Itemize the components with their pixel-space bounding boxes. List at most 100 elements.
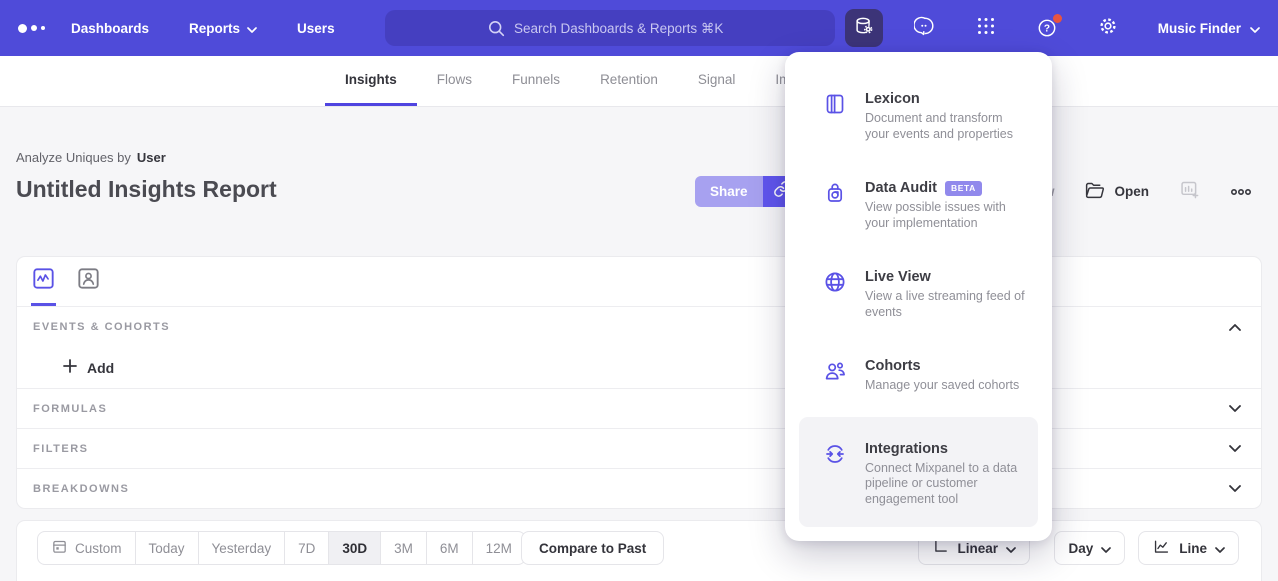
menu-item-data-audit[interactable]: Data Audit BETA View possible issues wit… — [799, 165, 1038, 246]
date-range-today[interactable]: Today — [136, 532, 199, 564]
date-range-12m[interactable]: 12M — [473, 532, 525, 564]
grid-dots-icon — [976, 16, 996, 41]
menu-item-title: Lexicon — [865, 91, 920, 107]
section-formulas[interactable]: FORMULAS — [17, 388, 1261, 428]
menu-item-description: Document and transform your events and p… — [865, 111, 1020, 142]
query-builder-panel: EVENTS & COHORTS Add FORMULAS FILTERS — [16, 256, 1262, 509]
add-event-button[interactable]: Add — [63, 359, 114, 376]
insights-chart-icon — [31, 266, 56, 296]
tab-retention[interactable]: Retention — [580, 56, 678, 106]
data-management-button[interactable] — [845, 9, 883, 47]
compare-label: Compare to Past — [539, 541, 646, 556]
user-profile-icon — [76, 266, 101, 296]
help-icon: ? — [1036, 17, 1058, 39]
chart-type-dropdown[interactable]: Line — [1138, 531, 1239, 565]
date-range-label: 7D — [298, 541, 315, 556]
data-management-dropdown: Lexicon Document and transform your even… — [785, 52, 1052, 541]
open-report-button[interactable]: Open — [1084, 180, 1149, 204]
breadcrumb: Analyze Uniques byUser — [16, 150, 166, 165]
date-range-6m[interactable]: 6M — [427, 532, 473, 564]
menu-item-title: Data Audit — [865, 180, 937, 196]
data-audit-lock-icon — [823, 180, 847, 231]
add-label: Add — [87, 360, 114, 376]
chevron-down-icon — [1006, 541, 1016, 556]
report-tab-bar: Insights Flows Funnels Retention Signal … — [0, 56, 1278, 107]
page-title[interactable]: Untitled Insights Report — [16, 176, 277, 203]
menu-item-title: Cohorts — [865, 358, 921, 374]
date-range-label: Yesterday — [212, 541, 272, 556]
globe-icon — [823, 269, 847, 320]
feedback-button[interactable] — [906, 9, 944, 47]
date-range-30d[interactable]: 30D — [329, 532, 381, 564]
tab-users-view[interactable] — [76, 266, 101, 306]
nav-item-dashboards[interactable]: Dashboards — [71, 21, 149, 36]
mixpanel-logo-icon[interactable] — [18, 24, 45, 33]
interval-dropdown[interactable]: Day — [1054, 531, 1125, 565]
menu-item-title: Integrations — [865, 441, 948, 457]
chevron-down-icon[interactable] — [1229, 445, 1241, 452]
menu-item-live-view[interactable]: Live View View a live streaming feed of … — [799, 254, 1038, 335]
compare-to-past-button[interactable]: Compare to Past — [521, 531, 664, 565]
section-filters[interactable]: FILTERS — [17, 428, 1261, 468]
chevron-down-icon — [1250, 21, 1260, 36]
open-label: Open — [1114, 184, 1149, 199]
tab-metrics-view[interactable] — [31, 266, 56, 306]
integrations-sync-icon — [823, 441, 847, 508]
chart-type-label: Line — [1179, 541, 1207, 556]
tab-label: Insights — [345, 72, 397, 87]
database-gear-icon — [853, 15, 875, 42]
menu-item-description: View possible issues with your implement… — [865, 200, 1026, 231]
calendar-icon — [51, 538, 68, 558]
chevron-down-icon — [1101, 541, 1111, 556]
query-panel-tabs — [17, 257, 1261, 307]
tab-funnels[interactable]: Funnels — [492, 56, 580, 106]
chart-toolbar: Custom Today Yesterday 7D 30D 3M 6M 12M … — [16, 520, 1262, 581]
date-range-3m[interactable]: 3M — [381, 532, 427, 564]
chevron-down-icon[interactable] — [1229, 485, 1241, 492]
section-label: FILTERS — [33, 443, 89, 455]
menu-item-cohorts[interactable]: Cohorts Manage your saved cohorts — [799, 343, 1038, 409]
nav-item-label: Reports — [189, 21, 240, 36]
mixpanel-insights-screen: Dashboards Reports Users — [0, 0, 1278, 581]
share-button[interactable]: Share — [695, 176, 763, 207]
speech-bubble-icon — [914, 15, 936, 42]
menu-item-description: Manage your saved cohorts — [865, 378, 1019, 394]
date-range-group: Custom Today Yesterday 7D 30D 3M 6M 12M — [37, 531, 526, 565]
section-label: EVENTS & COHORTS — [33, 321, 170, 333]
help-button[interactable]: ? — [1028, 9, 1066, 47]
chevron-up-icon[interactable] — [1229, 324, 1241, 331]
tab-insights[interactable]: Insights — [325, 56, 417, 106]
menu-item-title: Live View — [865, 269, 931, 285]
interval-label: Day — [1068, 541, 1093, 556]
plus-icon — [63, 359, 77, 376]
date-range-label: 12M — [486, 541, 512, 556]
menu-item-integrations[interactable]: Integrations Connect Mixpanel to a data … — [799, 417, 1038, 528]
date-range-custom[interactable]: Custom — [38, 532, 136, 564]
nav-item-users[interactable]: Users — [297, 21, 335, 36]
global-search[interactable] — [385, 10, 835, 46]
nav-item-reports[interactable]: Reports — [189, 21, 257, 36]
section-events-cohorts[interactable]: EVENTS & COHORTS — [17, 307, 1261, 347]
search-input[interactable] — [514, 21, 732, 36]
top-navigation-bar: Dashboards Reports Users — [0, 0, 1278, 56]
apps-grid-button[interactable] — [967, 9, 1005, 47]
menu-item-lexicon[interactable]: Lexicon Document and transform your even… — [799, 76, 1038, 157]
notification-dot — [1053, 14, 1062, 23]
project-switcher[interactable]: Music Finder — [1158, 21, 1260, 36]
settings-button[interactable] — [1089, 9, 1127, 47]
date-range-7d[interactable]: 7D — [285, 532, 329, 564]
date-range-yesterday[interactable]: Yesterday — [199, 532, 286, 564]
add-to-board-button[interactable] — [1179, 179, 1200, 205]
chart-add-icon — [1179, 179, 1200, 205]
chevron-down-icon[interactable] — [1229, 405, 1241, 412]
beta-badge: BETA — [945, 181, 982, 196]
tab-flows[interactable]: Flows — [417, 56, 492, 106]
tab-signal[interactable]: Signal — [678, 56, 756, 106]
tab-label: Funnels — [512, 72, 560, 87]
date-range-label: 3M — [394, 541, 413, 556]
scale-label: Linear — [957, 541, 998, 556]
section-breakdowns[interactable]: BREAKDOWNS — [17, 468, 1261, 508]
breadcrumb-entity-user[interactable]: User — [137, 150, 166, 165]
more-options-button[interactable] — [1230, 183, 1252, 201]
axis-icon — [932, 538, 949, 558]
